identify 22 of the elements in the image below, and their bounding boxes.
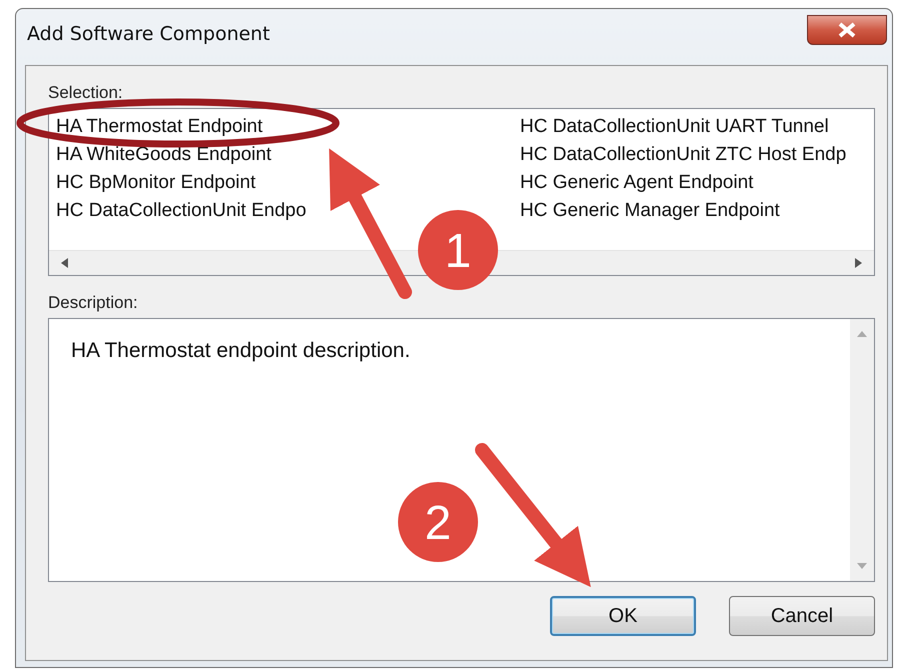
selection-label: Selection: — [48, 82, 124, 104]
description-label: Description: — [48, 292, 139, 314]
step-badge: 1 — [418, 210, 498, 290]
close-icon — [837, 22, 857, 38]
list-item[interactable]: HC BpMonitor Endpoint — [56, 169, 520, 197]
scroll-up-icon[interactable] — [857, 331, 867, 337]
cancel-button[interactable]: Cancel — [729, 596, 875, 636]
vertical-scrollbar[interactable] — [850, 319, 874, 581]
list-item[interactable]: HC Generic Manager Endpoint — [520, 197, 874, 225]
window-title: Add Software Component — [27, 23, 270, 45]
list-item[interactable]: HC DataCollectionUnit UART Tunnel — [520, 113, 874, 141]
close-button[interactable] — [807, 15, 887, 45]
list-item[interactable]: HA Thermostat Endpoint — [56, 113, 520, 141]
scroll-right-icon[interactable] — [855, 258, 862, 268]
list-item[interactable]: HA WhiteGoods Endpoint — [56, 141, 520, 169]
scroll-left-icon[interactable] — [61, 258, 68, 268]
scroll-down-icon[interactable] — [857, 563, 867, 569]
list-item[interactable]: HC Generic Agent Endpoint — [520, 169, 874, 197]
step-badge: 2 — [398, 482, 478, 562]
description-text: HA Thermostat endpoint description. — [71, 339, 410, 362]
ok-button[interactable]: OK — [550, 596, 696, 636]
list-item[interactable]: HC DataCollectionUnit ZTC Host Endp — [520, 141, 874, 169]
